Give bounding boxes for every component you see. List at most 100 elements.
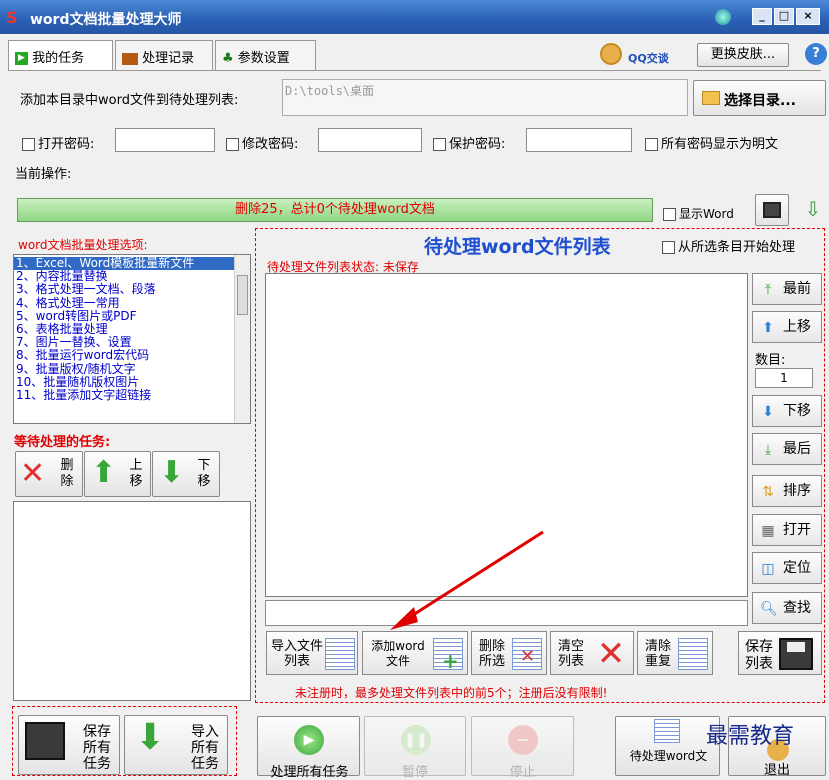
move-bottom-button[interactable]: ⤓ 最后 — [752, 433, 822, 465]
arrow-bottom-icon: ⤓ — [764, 442, 772, 458]
move-up-button[interactable]: ⬆ 上移 — [752, 311, 822, 343]
open-password-checkbox[interactable]: 打开密码: — [22, 133, 94, 152]
help-icon[interactable]: ? — [805, 43, 827, 65]
save-list-button[interactable]: 保存列表 — [738, 631, 822, 675]
option-item[interactable]: 3、格式处理一文档、段落 — [14, 283, 234, 296]
clear-duplicates-label: 清除重复 — [644, 639, 671, 669]
delete-task-button[interactable]: ✕ 删除 — [15, 451, 83, 497]
play-icon: ▶ — [15, 52, 28, 65]
sort-button[interactable]: ⇅ 排序 — [752, 475, 822, 507]
option-item[interactable]: 9、批量版权/随机文字 — [14, 362, 234, 376]
save-icon-button[interactable] — [755, 194, 789, 226]
move-up-task-label: 上移 — [129, 458, 143, 489]
option-item[interactable]: 5、word转图片或PDF — [14, 309, 234, 323]
close-button[interactable]: × — [796, 8, 820, 25]
pause-label: 暂停 — [401, 765, 428, 780]
import-all-tasks-button[interactable]: ⬇ 导入所有任务 — [124, 715, 228, 775]
import-list-button[interactable]: 导入文件列表 — [266, 631, 358, 675]
option-item[interactable]: 11、批量添加文字超链接 — [14, 388, 234, 402]
clear-list-button[interactable]: 清空列表 ✕ — [550, 631, 634, 675]
arrow-up-icon: ⬆ — [762, 320, 774, 336]
arrow-line — [401, 530, 544, 624]
tab-my-tasks-label: 我的任务 — [32, 51, 85, 66]
show-plain-checkbox[interactable]: 所有密码显示为明文 — [645, 133, 778, 152]
modify-password-checkbox[interactable]: 修改密码: — [226, 133, 298, 152]
move-top-button[interactable]: ⤒ 最前 — [752, 273, 822, 305]
tab-my-tasks[interactable]: ▶ 我的任务 — [8, 40, 113, 70]
add-icon: + — [433, 638, 463, 671]
options-scrollbar[interactable] — [234, 255, 250, 423]
pending-tasks-list[interactable] — [13, 501, 251, 701]
checkbox-box — [663, 208, 676, 221]
modify-password-field[interactable] — [318, 128, 422, 152]
pause-button: ❚❚ 暂停 — [364, 716, 466, 780]
options-list[interactable]: 1、Excel、Word模板批量新文件 2、内容批量替换 3、格式处理一文档、段落 4… — [13, 254, 251, 424]
protect-password-checkbox[interactable]: 保护密码: — [433, 133, 505, 152]
protect-password-field[interactable] — [526, 128, 632, 152]
arrow-down-icon: ⬇ — [159, 455, 185, 490]
locate-button[interactable]: ◫ 定位 — [752, 552, 822, 584]
tab-settings-label: 参数设置 — [237, 51, 290, 66]
add-word-file-button[interactable]: 添加word文件 + — [362, 631, 468, 675]
magnifier-icon: 🔍︎ — [760, 601, 778, 617]
pending-tasks-header: 等待处理的任务: — [14, 435, 111, 450]
change-skin-button[interactable]: 更换皮肤... — [697, 43, 789, 67]
locate-icon: ◫ — [761, 561, 775, 577]
save-all-tasks-button[interactable]: 保存所有任务 — [18, 715, 120, 775]
pending-list-label: 待处理word文 — [629, 749, 708, 763]
title-bar: S word文档批量处理大师 _ □ × — [0, 0, 829, 34]
modify-password-label: 修改密码: — [242, 137, 299, 152]
locate-label: 定位 — [783, 560, 811, 576]
qq-penguin-icon — [600, 43, 622, 65]
watermark: 最需教育 — [706, 724, 795, 749]
open-password-field[interactable] — [115, 128, 215, 152]
skin-icon[interactable] — [715, 9, 731, 25]
move-down-task-button[interactable]: ⬇ 下移 — [152, 451, 220, 497]
show-word-checkbox[interactable]: 显示Word — [663, 205, 734, 222]
option-item[interactable]: 8、批量运行word宏代码 — [14, 349, 234, 362]
open-password-label: 打开密码: — [38, 137, 95, 152]
add-word-file-label: 添加word文件 — [371, 639, 425, 668]
tab-settings[interactable]: ♣ 参数设置 — [215, 40, 316, 70]
qq-chat-button[interactable]: QQ交谈 — [600, 43, 680, 69]
move-down-button[interactable]: ⬇ 下移 — [752, 395, 822, 427]
move-bottom-label: 最后 — [783, 441, 811, 457]
open-button[interactable]: ▦ 打开 — [752, 514, 822, 546]
tab-bar: ▶ 我的任务 处理记录 ♣ 参数设置 — [8, 40, 408, 70]
pending-list-button[interactable]: 待处理word文 — [615, 716, 720, 776]
maximize-button[interactable]: □ — [774, 8, 794, 25]
show-plain-label: 所有密码显示为明文 — [661, 137, 779, 152]
remove-selected-button[interactable]: 删除所选 ✕ — [471, 631, 547, 675]
count-input[interactable]: 1 — [755, 368, 813, 388]
move-up-task-button[interactable]: ⬆ 上移 — [84, 451, 151, 497]
from-selected-checkbox[interactable]: 从所选条目开始处理 — [662, 236, 795, 255]
exit-label: 退出 — [763, 763, 790, 778]
stop-label: 停止 — [509, 765, 536, 780]
list-icon — [678, 638, 708, 670]
process-all-label: 处理所有任务 — [270, 765, 349, 780]
select-dir-button[interactable]: 选择目录... — [693, 80, 826, 116]
directory-value: D:\tools\桌面 — [285, 84, 375, 98]
options-header: word文档批量处理选项: — [18, 238, 148, 252]
from-selected-label: 从所选条目开始处理 — [678, 240, 796, 255]
stop-icon: − — [508, 725, 538, 755]
download-icon[interactable]: ⇩ — [801, 197, 825, 223]
tab-history[interactable]: 处理记录 — [115, 40, 213, 70]
minimize-button[interactable]: _ — [752, 8, 772, 25]
process-all-button[interactable]: ▶ 处理所有任务 — [257, 716, 360, 780]
remove-icon: ✕ — [512, 638, 542, 670]
sort-icon: ⇅ — [762, 484, 774, 500]
move-top-label: 最前 — [783, 281, 811, 297]
clear-duplicates-button[interactable]: 清除重复 — [637, 631, 713, 675]
clear-x-icon: ✕ — [596, 634, 626, 674]
sort-label: 排序 — [783, 483, 811, 499]
option-item[interactable]: 4、格式处理一常用 — [14, 296, 234, 310]
current-op-label: 当前操作: — [15, 167, 72, 182]
option-item[interactable]: 10、批量随机版权图片 — [14, 375, 234, 389]
directory-input[interactable]: D:\tools\桌面 — [282, 79, 688, 116]
find-button[interactable]: 🔍︎ 查找 — [752, 592, 822, 624]
app-logo-icon: S — [6, 8, 18, 27]
import-icon — [325, 638, 355, 670]
tab-history-label: 处理记录 — [142, 51, 195, 66]
options-items: 1、Excel、Word模板批量新文件 2、内容批量替换 3、格式处理一文档、段落 4… — [14, 256, 234, 402]
